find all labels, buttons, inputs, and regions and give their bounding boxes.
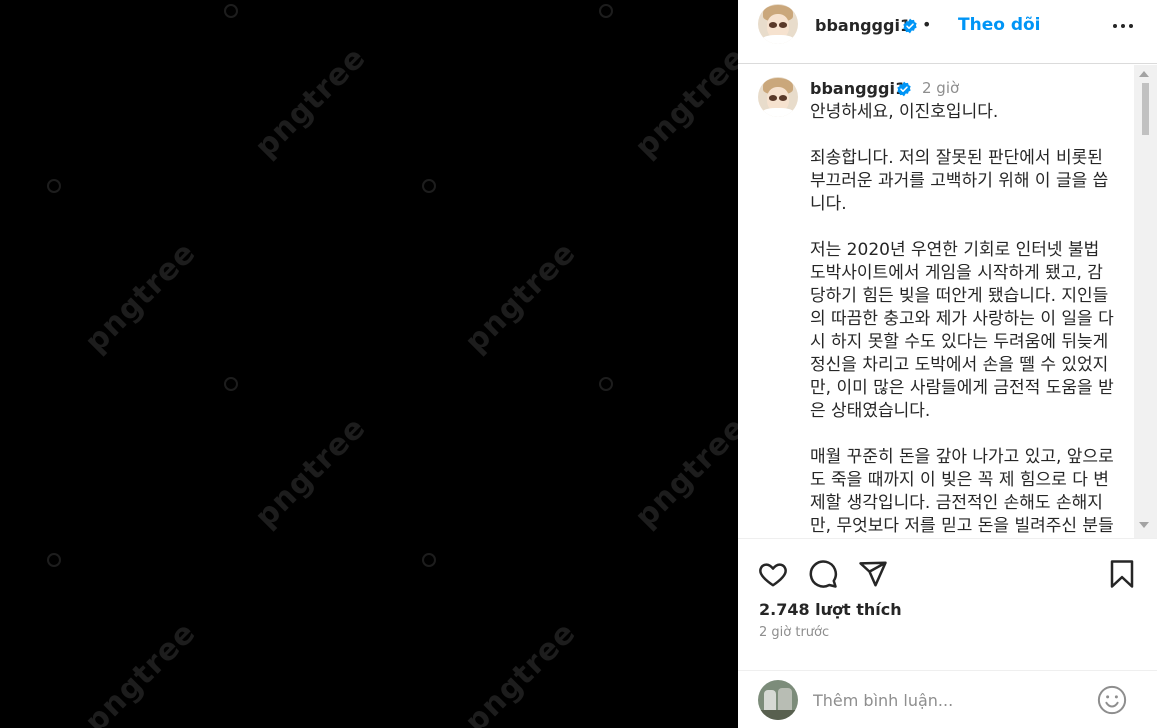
- author-username[interactable]: bbangggi1: [815, 16, 911, 35]
- comment-input[interactable]: [813, 688, 1083, 712]
- watermark-logo: [224, 377, 238, 391]
- caption-area[interactable]: bbangggi1 2 giờ 안녕하세요, 이진호입니다. 죄송합니다. 저의…: [738, 65, 1157, 539]
- more-icon[interactable]: [1111, 14, 1135, 38]
- watermark-logo: [599, 377, 613, 391]
- follow-button[interactable]: Theo dõi: [958, 15, 1041, 35]
- comment-bar: [738, 670, 1157, 728]
- verified-icon: [897, 81, 911, 97]
- scroll-up-arrow[interactable]: [1139, 71, 1149, 77]
- post-media[interactable]: pngtree pngtree pngtree pngtree pngtree …: [0, 0, 738, 728]
- separator-dot: •: [922, 15, 932, 34]
- caption-text: 안녕하세요, 이진호입니다. 죄송합니다. 저의 잘못된 판단에서 비롯된 부끄…: [810, 102, 1114, 536]
- watermark-text: pngtree: [458, 615, 583, 728]
- watermark-text: pngtree: [248, 410, 373, 535]
- heart-icon[interactable]: [758, 559, 788, 589]
- watermark-logo: [599, 4, 613, 18]
- share-icon[interactable]: [858, 559, 888, 589]
- author-avatar[interactable]: [758, 4, 798, 44]
- watermark-logo: [47, 553, 61, 567]
- comment-icon[interactable]: [808, 559, 838, 589]
- caption-time[interactable]: 2 giờ: [922, 79, 959, 97]
- post-side-panel: bbangggi1 • Theo dõi bbangggi1 2 giờ 안녕하…: [738, 0, 1157, 728]
- watermark-text: pngtree: [628, 410, 738, 535]
- scrollbar-thumb[interactable]: [1142, 83, 1149, 135]
- watermark-logo: [422, 179, 436, 193]
- post-header: bbangggi1 • Theo dõi: [738, 0, 1157, 64]
- emoji-icon[interactable]: [1097, 685, 1127, 715]
- watermark-logo: [47, 179, 61, 193]
- caption-scrollbar[interactable]: [1134, 65, 1157, 538]
- watermark-logo: [224, 4, 238, 18]
- likes-count[interactable]: 2.748 lượt thích: [759, 600, 902, 619]
- watermark-text: pngtree: [458, 235, 583, 360]
- scroll-down-arrow[interactable]: [1139, 522, 1149, 528]
- post-timestamp[interactable]: 2 giờ trước: [759, 625, 829, 640]
- watermark-text: pngtree: [248, 40, 373, 165]
- caption-username[interactable]: bbangggi1: [810, 79, 906, 98]
- verified-icon: [903, 18, 917, 34]
- watermark-text: pngtree: [628, 40, 738, 165]
- caption-avatar[interactable]: [758, 77, 798, 117]
- watermark-text: pngtree: [78, 615, 203, 728]
- bookmark-icon[interactable]: [1107, 559, 1137, 589]
- user-avatar: [758, 680, 798, 720]
- watermark-logo: [422, 553, 436, 567]
- watermark-text: pngtree: [78, 235, 203, 360]
